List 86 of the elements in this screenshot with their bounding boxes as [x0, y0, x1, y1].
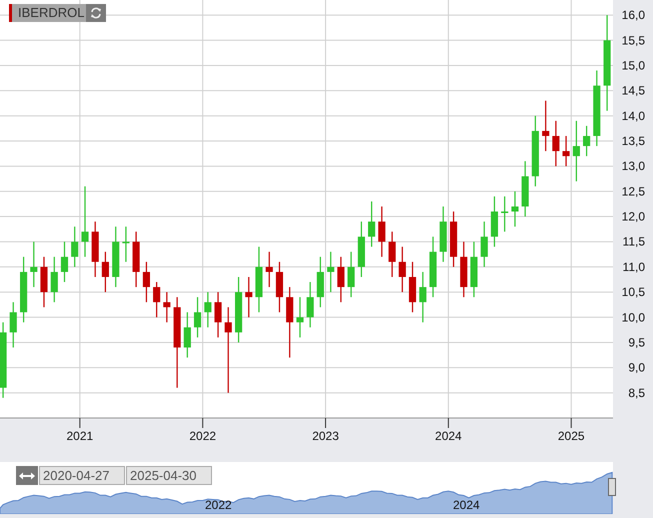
y-axis-label: 9,5 [628, 335, 645, 350]
y-axis-label: 10,5 [622, 285, 645, 300]
x-axis-label: 2022 [189, 429, 216, 443]
candlestick [10, 302, 17, 348]
candlestick [255, 246, 263, 312]
y-axis-label: 10,0 [622, 310, 645, 324]
y-axis-label: 15,5 [622, 33, 645, 48]
candlestick [368, 201, 376, 247]
candlestick [50, 256, 58, 302]
x-axis-label: 2025 [558, 429, 585, 443]
candlestick [153, 282, 160, 318]
y-axis-label: 11,0 [622, 260, 645, 274]
candlestick [184, 312, 191, 358]
candlestick [419, 272, 426, 322]
scroll-handle[interactable] [608, 478, 616, 496]
candlestick [112, 226, 120, 288]
candlestick [81, 186, 89, 257]
candlestick [204, 292, 212, 328]
y-axis-label: 12,0 [622, 210, 645, 224]
candlestick [337, 256, 344, 302]
candlestick [398, 246, 406, 292]
candlestick [71, 226, 78, 267]
candlestick [511, 191, 519, 227]
y-axis-label: 11,5 [622, 234, 645, 249]
candlestick [460, 242, 468, 298]
candlestick [501, 196, 508, 232]
candlestick [408, 262, 416, 312]
candlestick [214, 292, 222, 338]
candlestick [245, 277, 252, 318]
candlestick [316, 256, 324, 308]
candlestick [122, 226, 130, 262]
y-axis-label: 13,0 [622, 159, 645, 174]
y-axis-label: 16,0 [622, 8, 645, 22]
y-axis-label: 14,5 [622, 84, 645, 98]
x-axis-label: 2024 [435, 429, 462, 443]
candlestick [542, 100, 550, 152]
refresh-button[interactable] [86, 4, 106, 22]
candlestick [450, 212, 458, 267]
candlestick [562, 136, 570, 166]
y-axis-label: 8,5 [628, 386, 645, 400]
candlestick [286, 287, 294, 358]
candlestick [440, 206, 447, 262]
candlestick [266, 252, 273, 288]
x-axis-label: 2023 [312, 429, 339, 443]
candlestick [429, 236, 437, 298]
candlestick [358, 222, 365, 277]
y-axis-label: 15,0 [622, 58, 645, 72]
candlestick [30, 242, 38, 288]
double-arrow-icon [19, 472, 35, 480]
candlestick [522, 161, 529, 217]
candlestick [276, 262, 284, 312]
candlestick [490, 196, 498, 247]
end-date-field[interactable]: 2025-04-30 [126, 466, 212, 485]
candlestick [327, 252, 334, 292]
candlestick [378, 206, 386, 257]
y-axis-label: 14,0 [622, 108, 645, 123]
range-toggle-button[interactable] [16, 466, 38, 485]
candlestick [470, 242, 478, 298]
candlestick [102, 252, 109, 292]
y-axis-label: 13,5 [622, 134, 645, 148]
candlestick [552, 120, 560, 166]
candlestick [296, 297, 304, 338]
candlestick [163, 292, 170, 322]
candlestick [20, 256, 28, 322]
x-axis-label: 2021 [66, 429, 94, 443]
candlestick [40, 256, 48, 308]
candlestick [235, 277, 242, 342]
start-date-field[interactable]: 2020-04-27 [39, 466, 125, 485]
navigator-year-label: 2022 [205, 498, 232, 512]
candlestick [92, 222, 99, 277]
candlestick [142, 262, 150, 302]
navigator-year-label: 2024 [453, 498, 480, 512]
y-axis-label: 9,0 [628, 360, 645, 375]
ticker-symbol: IBERDROL [9, 4, 86, 22]
candlestick [388, 232, 396, 277]
candlestick [348, 252, 355, 298]
y-axis-label: 12,5 [622, 184, 645, 198]
candlestick [306, 282, 314, 328]
refresh-icon [90, 7, 102, 19]
candlestick [60, 242, 68, 282]
candlestick [132, 232, 140, 288]
candlestick [583, 126, 590, 156]
candlestick [532, 116, 539, 186]
candlestick [572, 120, 580, 182]
candlestick [480, 222, 488, 267]
candlestick [194, 297, 202, 338]
